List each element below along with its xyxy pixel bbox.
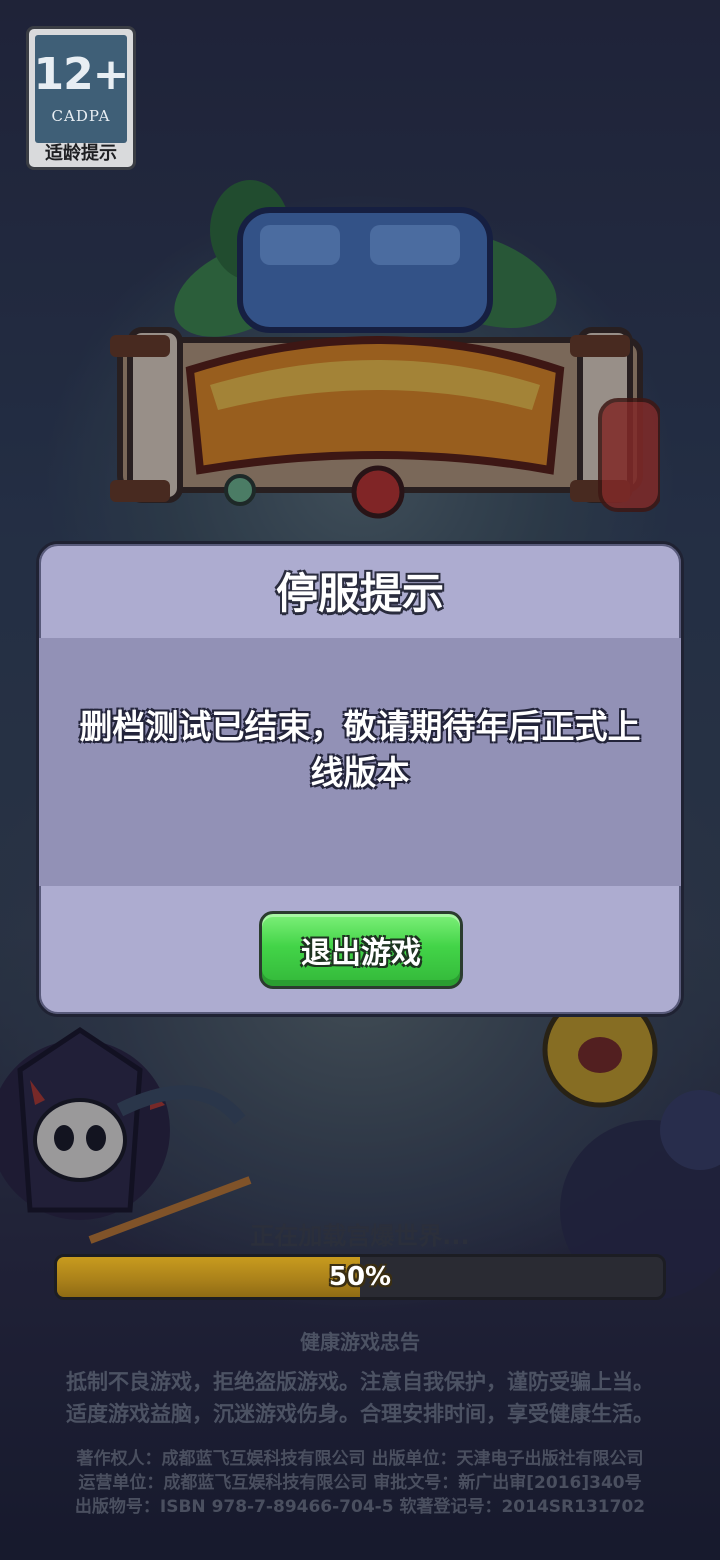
loading-progress-label: 50% (328, 1262, 392, 1292)
age-rating-tip: 适龄提示 (45, 143, 117, 164)
exit-game-button[interactable]: 退出游戏 (259, 911, 463, 989)
exit-game-button-label: 退出游戏 (301, 936, 421, 971)
dialog-title: 停服提示 (275, 569, 444, 618)
credit-line: 运营单位：成都蓝飞互娱科技有限公司 审批文号：新广出审[2016]340号 (78, 1473, 642, 1493)
credit-line: 出版物号：ISBN 978-7-89466-704-5 软著登记号：2014SR… (74, 1497, 646, 1517)
loading-text: 正在加载宫爆世界... (250, 1222, 470, 1250)
dialog-message: 删档测试已结束，敬请期待年后正式上线版本 (79, 707, 641, 792)
credit-line: 著作权人：成都蓝飞互娱科技有限公司 出版单位：天津电子出版社有限公司 (76, 1449, 644, 1469)
health-advice-line: 适度游戏益脑，沉迷游戏伤身。合理安排时间，享受健康生活。 (66, 1402, 654, 1426)
age-rating-number: 12+ (33, 49, 129, 100)
age-rating-badge: 12+ CADPA 适龄提示 (26, 26, 136, 170)
shutdown-dialog: 停服提示 删档测试已结束，敬请期待年后正式上线版本 退出游戏 (36, 541, 684, 1017)
age-rating-org: CADPA (51, 107, 111, 125)
age-rating-panel: 12+ CADPA (33, 35, 130, 143)
health-advice-line: 抵制不良游戏，拒绝盗版游戏。注意自我保护，谨防受骗上当。 (66, 1370, 654, 1394)
health-advice-title: 健康游戏忠告 (300, 1330, 420, 1354)
loading-progress-bar: 50% (54, 1254, 666, 1300)
dialog-body: 删档测试已结束，敬请期待年后正式上线版本 (39, 638, 681, 886)
